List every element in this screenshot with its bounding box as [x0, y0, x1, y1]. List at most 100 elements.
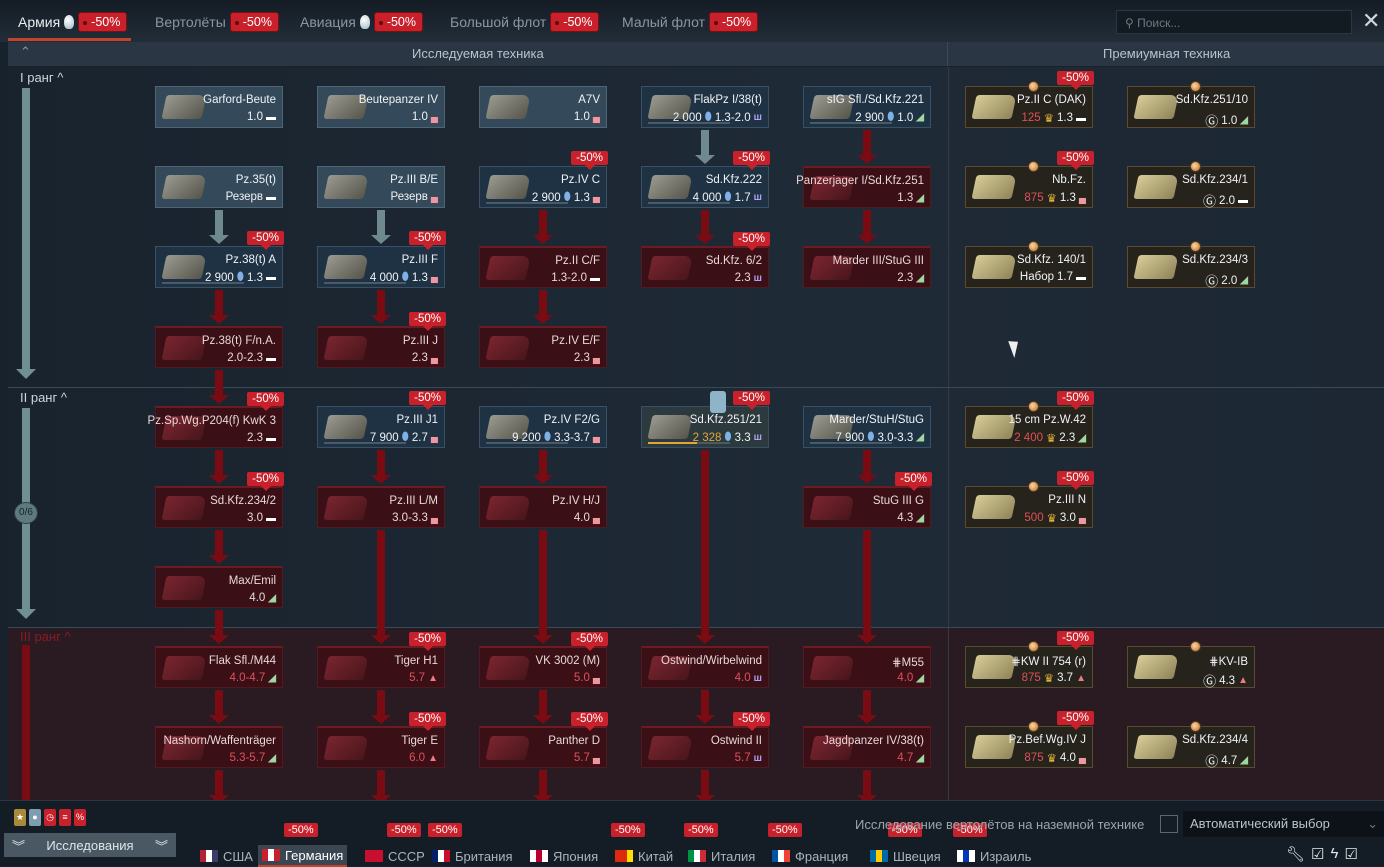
- vehicle-card[interactable]: Marder III/StuG III 2.3 ◢: [803, 246, 931, 288]
- vehicle-card[interactable]: Sd.Kfz.234/2 3.0 ▬ -50%: [155, 472, 284, 528]
- connector-arrow: [371, 290, 391, 324]
- country-tab[interactable]: Британия: [428, 845, 517, 867]
- battle-rating: 1.0: [411, 111, 428, 123]
- premium-vehicle-card[interactable]: ⋕KW II 754 (r) 875 ♛ 3.7 ▲ -50%: [965, 631, 1094, 688]
- vehicle-card[interactable]: Panzerjager I/Sd.Kfz.251 1.3 ◢: [796, 166, 931, 208]
- vehicle-card[interactable]: Pz.III J1 7 900 ⬮ 2.7 ▄ -50%: [317, 391, 446, 448]
- connector-arrow: [857, 770, 877, 800]
- vehicle-card[interactable]: Tiger H1 5.7 ▲ -50%: [317, 632, 446, 688]
- tab-1[interactable]: Вертолёты -50%: [155, 10, 279, 34]
- premium-vehicle-card[interactable]: Pz.Bef.Wg.IV J 875 ♛ 4.0 ▄ -50%: [965, 711, 1094, 768]
- wrench-icon[interactable]: 🔧︎: [1286, 845, 1305, 863]
- td-class-icon: ◢: [1240, 755, 1248, 766]
- vehicle-card[interactable]: Pz.Sp.Wg.P204(f) KwK 3 2.3 ▬ -50%: [148, 392, 284, 448]
- premium-vehicle-card[interactable]: Sd.Kfz. 140/1 Набор 1.7 ▬: [965, 241, 1093, 288]
- battle-rating: 4.0: [734, 672, 751, 684]
- premium-vehicle-card[interactable]: Sd.Kfz.234/4 Ⓖ 4.7 ◢: [1127, 721, 1255, 769]
- vehicle-card[interactable]: Pz.III L/M 3.0-3.3 ▄: [317, 486, 445, 528]
- lightning-icon[interactable]: ϟ: [1331, 845, 1339, 863]
- vehicle-card[interactable]: Pz.35(t) Резерв ▬: [155, 166, 283, 208]
- vehicle-card[interactable]: Pz.38(t) F/n.A. 2.0-2.3 ▬: [155, 326, 283, 368]
- premium-vehicle-card[interactable]: Pz.III N 500 ♛ 3.0 ▄ -50%: [965, 471, 1094, 528]
- vehicle-card[interactable]: Pz.III J 2.3 ▄ -50%: [317, 312, 446, 368]
- country-tab[interactable]: Китай: [611, 845, 677, 867]
- connector-arrow: [209, 370, 229, 404]
- close-icon[interactable]: ✕: [1362, 9, 1380, 33]
- heavy-class-icon: ▲: [428, 672, 438, 684]
- golden-eagles-price: 875: [1024, 192, 1044, 204]
- vehicle-card[interactable]: Pz.III F4 000 ⬮ 1.3 ▄ -50%: [317, 231, 446, 288]
- vehicle-card[interactable]: Pz.IV E/F 2.3 ▄: [479, 326, 607, 368]
- country-label: Британия: [455, 848, 513, 864]
- vehicle-card[interactable]: Ostwind/Wirbelwind 4.0 ш: [641, 646, 769, 688]
- vehicle-card[interactable]: Flak Sfl./M44 4.0-4.7 ◢: [155, 646, 283, 688]
- discount-badge: -50%: [1057, 631, 1094, 650]
- research-mode-dropdown[interactable]: Автоматический выбор ⌄: [1183, 811, 1384, 837]
- battle-rating: 3.0: [247, 512, 263, 524]
- premium-vehicle-card[interactable]: Sd.Kfz.234/3 Ⓖ 2.0 ◢: [1127, 241, 1255, 289]
- checkbox-icon[interactable]: ☑: [1311, 845, 1324, 863]
- country-tab[interactable]: Швеция: [866, 845, 945, 867]
- search-input[interactable]: ⚲ Поиск...: [1116, 10, 1352, 34]
- vehicle-card[interactable]: Pz.38(t) A2 900 ⬮ 1.3 ▬ -50%: [155, 231, 284, 288]
- research-progress-bar: [648, 442, 730, 444]
- country-tab[interactable]: Германия: [258, 845, 348, 867]
- medium-class-icon: ▄: [1078, 512, 1086, 524]
- premium-vehicle-card[interactable]: Sd.Kfz.251/10 Ⓖ 1.0 ◢: [1127, 81, 1255, 129]
- country-tab[interactable]: Япония: [526, 845, 602, 867]
- vehicle-card[interactable]: sIG Sfl./Sd.Kfz.221 2 900 ⬮ 1.0 ◢: [803, 86, 931, 128]
- vehicle-card[interactable]: Jagdpanzer IV/38(t) 4.7 ◢: [803, 726, 931, 768]
- collapse-all-icon[interactable]: ⌃: [20, 44, 31, 60]
- vehicle-card[interactable]: StuG III G 4.3 ◢ -50%: [803, 472, 932, 528]
- vehicle-card[interactable]: FlakPz I/38(t) 2 000 ⬮ 1.3-2.0 ш: [641, 86, 769, 128]
- vehicle-card[interactable]: Pz.III B/E Резерв ▄: [317, 166, 445, 208]
- tab-4[interactable]: Малый флот -50%: [622, 10, 759, 34]
- researched-header: Исследуемая техника: [412, 46, 544, 61]
- vehicle-card[interactable]: A7V 1.0 ▄: [479, 86, 607, 128]
- tab-3[interactable]: Большой флот -50%: [450, 10, 600, 34]
- country-tab[interactable]: Израиль: [953, 845, 1035, 867]
- country-tab[interactable]: СССР: [361, 845, 429, 867]
- premium-vehicle-card[interactable]: Sd.Kfz.234/1 Ⓖ 2.0 ▬: [1127, 161, 1255, 209]
- country-tab[interactable]: Италия: [684, 845, 759, 867]
- vehicle-card[interactable]: Pz.II C/F 1.3-2.0 ▬: [479, 246, 607, 288]
- tab-2[interactable]: Авиация -50%: [300, 10, 423, 34]
- battle-rating: 5.7: [734, 752, 751, 764]
- rank-1-label[interactable]: I ранг ^: [20, 70, 63, 85]
- premium-vehicle-card[interactable]: ⋕KV-IB Ⓖ 4.3 ▲: [1127, 641, 1255, 689]
- vehicle-card[interactable]: Max/Emil 4.0 ◢: [155, 566, 283, 608]
- tab-0[interactable]: Армия -50%: [7, 10, 132, 41]
- vehicle-card[interactable]: Marder/StuH/StuG 7 900 ⬮ 3.0-3.3 ◢: [803, 406, 931, 448]
- checkbox-icon[interactable]: ☑: [1344, 845, 1357, 863]
- premium-vehicle-card[interactable]: Pz.II C (DAK) 125 ♛ 1.3 ▬ -50%: [965, 71, 1094, 128]
- vehicle-card[interactable]: Sd.Kfz.251/21 2 328 ⬮ 3.3 ш -50%: [641, 391, 770, 448]
- rank-3-label[interactable]: III ранг ^: [20, 629, 71, 644]
- battle-rating: 2.3: [897, 272, 914, 284]
- research-button[interactable]: ︾ Исследования ︾: [4, 833, 176, 857]
- golden-eagles-price: 2 400: [1014, 432, 1043, 444]
- country-tab[interactable]: Франция: [768, 845, 852, 867]
- medium-class-icon: ▄: [592, 111, 600, 123]
- rank-2-label[interactable]: II ранг ^: [20, 390, 67, 405]
- vehicle-card[interactable]: Pz.IV F2/G 9 200 ⬮ 3.3-3.7 ▄: [479, 406, 607, 448]
- vehicle-card[interactable]: Sd.Kfz.222 4 000 ⬮ 1.7 ш -50%: [641, 151, 770, 208]
- premium-vehicle-card[interactable]: Nb.Fz. 875 ♛ 1.3 ▄ -50%: [965, 151, 1094, 208]
- vehicle-card[interactable]: Nashorn/Waffenträger 5.3-5.7 ◢: [155, 726, 283, 768]
- light-class-icon: ▬: [1238, 195, 1248, 206]
- vehicle-card[interactable]: Panther D 5.7 ▄ -50%: [479, 712, 608, 768]
- vehicle-card[interactable]: ⋕M55 4.0 ◢: [803, 646, 931, 688]
- helicopter-research-checkbox[interactable]: [1160, 815, 1178, 833]
- country-tab[interactable]: США: [196, 845, 257, 867]
- vehicle-card[interactable]: Ostwind II 5.7 ш -50%: [641, 712, 770, 768]
- light-class-icon: ▬: [266, 352, 276, 364]
- vehicle-card[interactable]: Garford-Beute 1.0 ▬: [155, 86, 283, 128]
- vehicle-card[interactable]: Sd.Kfz. 6/2 2.3 ш -50%: [641, 232, 770, 288]
- battle-rating: 1.3: [1059, 192, 1076, 204]
- premium-vehicle-card[interactable]: 15 cm Pz.W.42 2 400 ♛ 2.3 ◢ -50%: [965, 391, 1094, 448]
- vehicle-card[interactable]: Beutepanzer IV 1.0 ▄: [317, 86, 445, 128]
- vehicle-card[interactable]: VK 3002 (M) 5.0 ▄ -50%: [479, 632, 608, 688]
- vehicle-card[interactable]: Pz.IV H/J 4.0 ▄: [479, 486, 607, 528]
- discount-badge: -50%: [1057, 471, 1094, 490]
- vehicle-card[interactable]: Pz.IV C2 900 ⬮ 1.3 ▄ -50%: [479, 151, 608, 208]
- vehicle-card[interactable]: Tiger E 6.0 ▲ -50%: [317, 712, 446, 768]
